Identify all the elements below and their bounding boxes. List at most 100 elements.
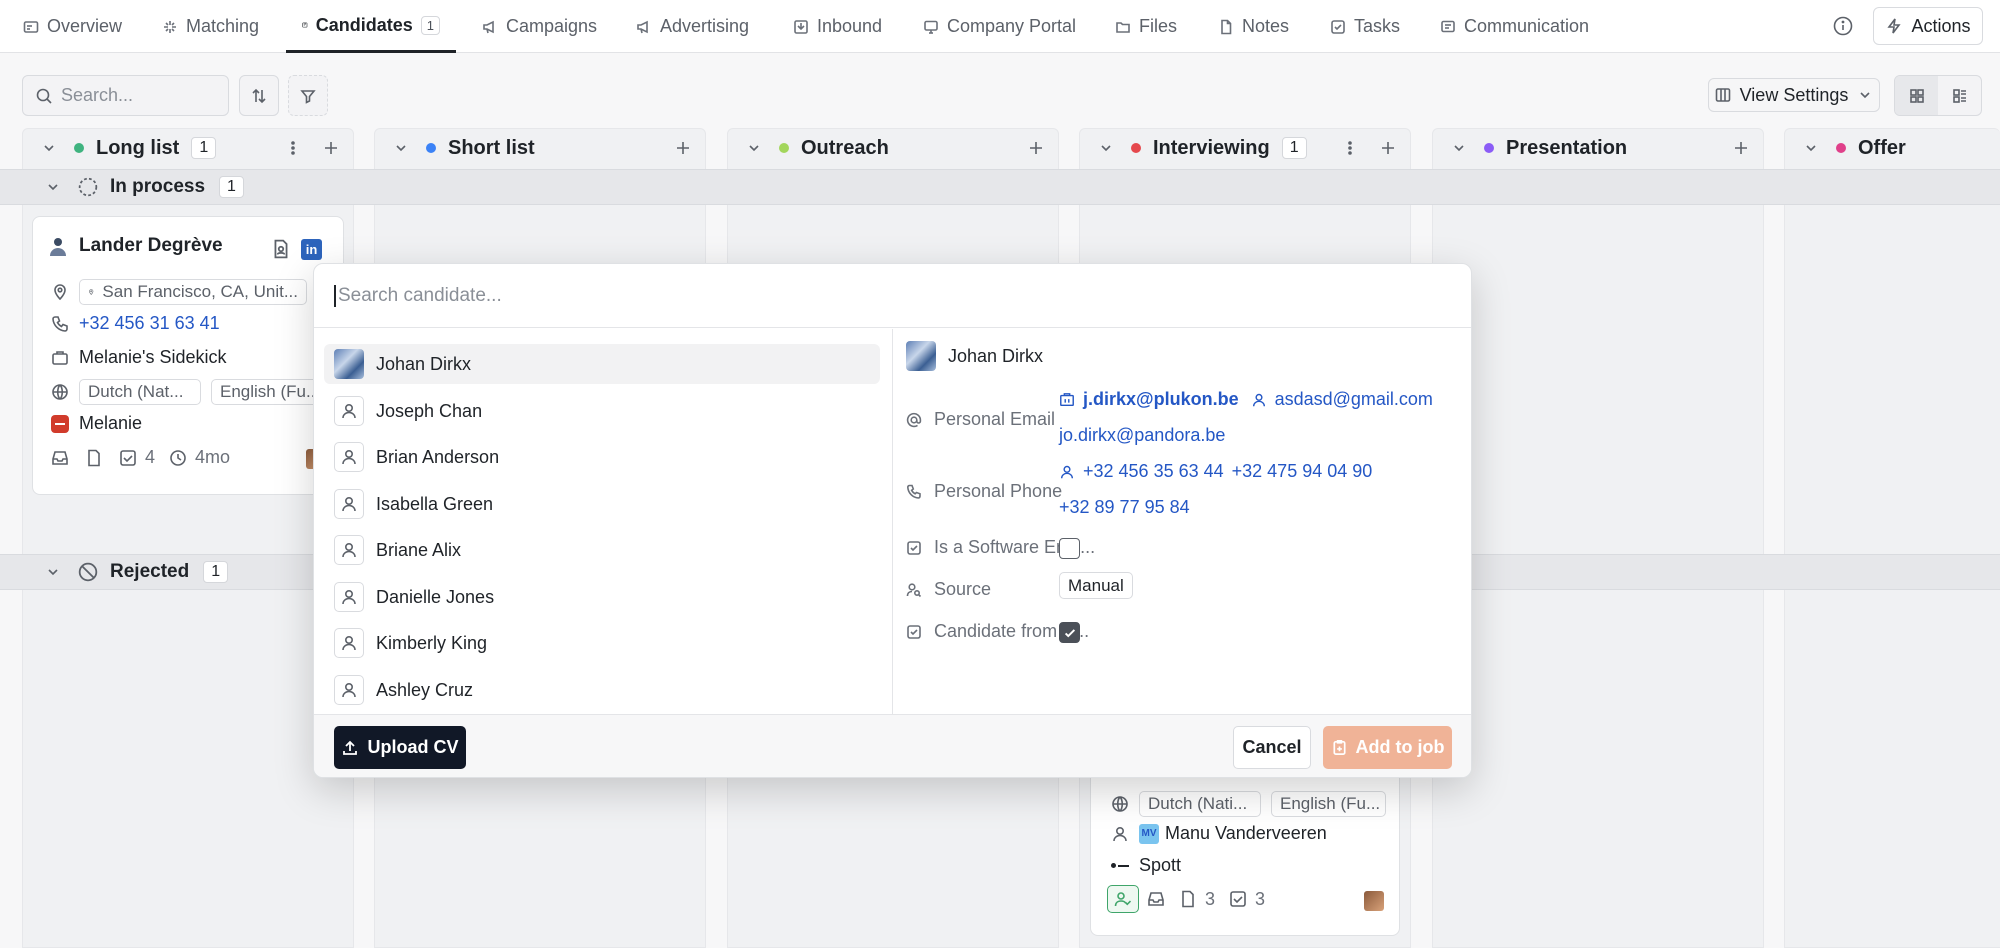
actions-button[interactable]: Actions — [1873, 7, 1983, 45]
phone-link[interactable]: +32 456 31 63 41 — [79, 313, 220, 334]
columns-icon — [1715, 88, 1730, 102]
building-icon — [1060, 392, 1074, 406]
list-item[interactable]: Johan Dirkx — [324, 344, 880, 384]
info-icon[interactable] — [1832, 15, 1854, 37]
field-label: Personal Email — [934, 409, 1056, 429]
plus-icon[interactable] — [1027, 139, 1045, 157]
language-pill: Dutch (Nat... — [79, 379, 201, 405]
tab-advertising[interactable]: Advertising — [636, 0, 749, 53]
plus-icon[interactable] — [674, 139, 692, 157]
candidate-search-input[interactable] — [334, 284, 1334, 307]
checkbox-icon — [120, 449, 136, 466]
chevron-down-icon[interactable] — [745, 139, 763, 157]
field-label: Source — [934, 579, 992, 599]
chevron-down-icon[interactable] — [1097, 139, 1115, 157]
source-pill[interactable]: Manual — [1059, 572, 1133, 599]
tab-matching[interactable]: Matching — [162, 0, 259, 53]
board-view-button[interactable] — [1895, 76, 1938, 115]
actions-label: Actions — [1911, 15, 1971, 36]
match-badge[interactable] — [1107, 885, 1139, 913]
tab-tasks[interactable]: Tasks — [1330, 0, 1400, 53]
list-item[interactable]: Ashley Cruz — [324, 670, 880, 710]
user-icon — [334, 628, 364, 658]
status-dot — [779, 143, 789, 153]
status-dot — [1836, 143, 1846, 153]
chevron-down-icon[interactable] — [392, 139, 410, 157]
status-dot — [426, 143, 436, 153]
plus-icon[interactable] — [1379, 139, 1397, 157]
view-settings-button[interactable]: View Settings — [1708, 78, 1880, 112]
filter-button[interactable] — [288, 75, 328, 116]
tab-notes[interactable]: Notes — [1218, 0, 1289, 53]
cancel-button[interactable]: Cancel — [1233, 726, 1311, 769]
column-header: Long list 1 — [22, 128, 354, 168]
resume-icon[interactable] — [271, 239, 291, 259]
user-icon — [334, 489, 364, 519]
more-vertical-icon[interactable] — [284, 139, 302, 157]
email-link[interactable]: j.dirkx@plukon.be — [1083, 389, 1239, 410]
user-icon — [334, 396, 364, 426]
kanban-icon — [302, 22, 308, 28]
candidate-name: Isabella Green — [376, 493, 494, 514]
software-engineer-checkbox[interactable] — [1059, 538, 1080, 559]
candidate-preview: Johan Dirkx Personal Email j.dirkx@pluko… — [894, 329, 1471, 714]
plus-icon[interactable] — [322, 139, 340, 157]
cancel-label: Cancel — [1242, 737, 1302, 757]
group-row-in-process[interactable]: In process 1 — [0, 169, 2000, 205]
user-icon — [1252, 393, 1265, 406]
language-pill: English (Fu... — [1271, 791, 1386, 817]
chevron-down-icon[interactable] — [40, 139, 58, 157]
email-link[interactable]: asdasd@gmail.com — [1275, 389, 1433, 410]
plus-icon[interactable] — [1732, 139, 1750, 157]
clock-icon — [170, 449, 186, 466]
tab-inbound[interactable]: Inbound — [793, 0, 882, 53]
list-item[interactable]: Kimberly King — [324, 623, 880, 663]
tab-company-portal[interactable]: Company Portal — [923, 0, 1076, 53]
candidate-name: Brian Anderson — [376, 446, 500, 467]
preview-name: Johan Dirkx — [948, 345, 1044, 366]
tab-label: Inbound — [817, 16, 883, 36]
list-item[interactable]: Danielle Jones — [324, 577, 880, 617]
tab-label: Advertising — [660, 16, 750, 36]
list-view-button[interactable] — [1938, 76, 1981, 115]
list-item[interactable]: Isabella Green — [324, 484, 880, 524]
candidate-from-checkbox[interactable] — [1059, 622, 1080, 643]
phone-link[interactable]: +32 456 35 63 44 — [1083, 461, 1224, 482]
candidate-card[interactable]: Lander Degrève in San Francisco, CA, Uni… — [32, 216, 344, 495]
candidate-name[interactable]: Lander Degrève — [79, 235, 223, 257]
linkedin-icon[interactable]: in — [301, 239, 322, 260]
chevron-down-icon[interactable] — [1450, 139, 1468, 157]
more-vertical-icon[interactable] — [1341, 139, 1359, 157]
tab-candidates[interactable]: Candidates 1 — [286, 0, 456, 53]
column-title: Offer — [1858, 136, 1906, 159]
column-title: Outreach — [801, 136, 889, 159]
clipboard-plus-icon — [1332, 740, 1346, 755]
list-item[interactable]: Briane Alix — [324, 530, 880, 570]
sort-button[interactable] — [239, 75, 279, 116]
list-item[interactable]: Brian Anderson — [324, 437, 880, 477]
chevron-down-icon[interactable] — [1802, 139, 1820, 157]
upload-cv-button[interactable]: Upload CV — [334, 726, 466, 769]
board-search-input[interactable]: Search... — [22, 75, 229, 116]
tab-campaigns[interactable]: Campaigns — [482, 0, 597, 53]
task-count: 3 — [1255, 888, 1266, 909]
add-to-job-button[interactable]: Add to job — [1323, 726, 1452, 769]
add-candidate-dialog: Johan Dirkx Joseph Chan Brian Anderson I… — [313, 263, 1472, 778]
phone-icon — [906, 484, 921, 499]
column-offer — [1784, 128, 2000, 948]
phone-link[interactable]: +32 475 94 04 90 — [1232, 461, 1373, 482]
email-link[interactable]: jo.dirkx@pandora.be — [1059, 425, 1225, 445]
user-icon — [334, 675, 364, 705]
list-icon — [1952, 88, 1966, 103]
tab-overview[interactable]: Overview — [23, 0, 122, 53]
user-icon — [334, 535, 364, 565]
checkbox-icon — [1331, 19, 1345, 34]
tab-communication[interactable]: Communication — [1440, 0, 1589, 53]
tab-label: Candidates — [315, 14, 413, 35]
tab-files[interactable]: Files — [1115, 0, 1177, 53]
phone-link[interactable]: +32 89 77 95 84 — [1059, 497, 1190, 517]
chevron-down-icon[interactable] — [44, 563, 62, 581]
task-count: 4 — [145, 447, 156, 467]
chevron-down-icon[interactable] — [44, 178, 62, 196]
list-item[interactable]: Joseph Chan — [324, 391, 880, 431]
